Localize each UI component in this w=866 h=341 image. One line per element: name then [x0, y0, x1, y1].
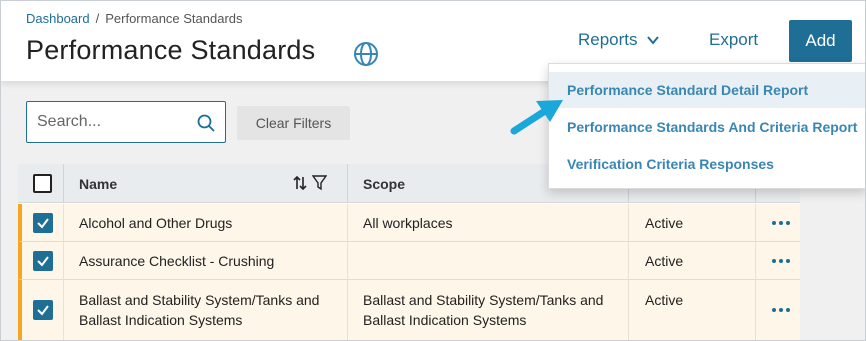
column-divider	[628, 242, 629, 280]
column-divider	[63, 164, 64, 203]
reports-label: Reports	[578, 30, 638, 49]
row-name-line: Ballast and Stability System/Tanks and	[79, 292, 320, 308]
column-header-name[interactable]: Name	[79, 176, 117, 192]
globe-icon[interactable]	[353, 41, 379, 67]
row-scope: Ballast and Stability System/Tanks and B…	[363, 290, 603, 330]
more-options-icon[interactable]	[771, 220, 791, 226]
breadcrumb-separator: /	[95, 11, 100, 26]
row-status: Active	[645, 215, 684, 231]
column-divider	[63, 280, 64, 340]
app-frame: Dashboard / Performance Standards Performa…	[0, 0, 866, 341]
column-divider	[628, 204, 629, 242]
column-header-scope[interactable]: Scope	[363, 176, 405, 192]
menu-item-verification-criteria-responses[interactable]: Verification Criteria Responses	[549, 146, 865, 182]
menu-item-performance-standards-and-criteria-report[interactable]: Performance Standards And Criteria Repor…	[549, 109, 865, 145]
search-icon[interactable]	[197, 114, 215, 132]
reports-menu-button[interactable]: Reports	[578, 30, 660, 50]
table-row[interactable]: Ballast and Stability System/Tanks and B…	[18, 280, 800, 340]
reports-dropdown-menu: Performance Standard Detail Report Perfo…	[548, 63, 865, 189]
row-checkbox[interactable]	[33, 300, 53, 320]
column-divider	[347, 204, 348, 242]
column-divider	[755, 280, 756, 340]
row-scope-line: Ballast Indication Systems	[363, 312, 527, 328]
column-divider	[63, 242, 64, 280]
column-divider	[347, 164, 348, 203]
checkmark-icon	[37, 218, 49, 229]
checkmark-icon	[37, 305, 49, 316]
row-name: Alcohol and Other Drugs	[79, 215, 233, 231]
row-checkbox[interactable]	[33, 213, 53, 233]
sort-icon[interactable]	[292, 175, 308, 191]
search-field[interactable]	[26, 101, 226, 143]
chevron-down-icon	[646, 36, 659, 45]
search-input[interactable]	[37, 112, 187, 132]
breadcrumb-dashboard-link[interactable]: Dashboard	[26, 11, 90, 26]
add-button[interactable]: Add	[789, 20, 852, 62]
column-divider	[347, 280, 348, 340]
column-divider	[628, 280, 629, 340]
column-divider	[755, 204, 756, 242]
breadcrumb-current: Performance Standards	[105, 11, 243, 26]
row-name-line: Ballast Indication Systems	[79, 312, 243, 328]
column-divider	[755, 242, 756, 280]
breadcrumb: Dashboard / Performance Standards	[26, 11, 243, 26]
row-name: Assurance Checklist - Crushing	[79, 253, 275, 269]
row-scope-line: Ballast and Stability System/Tanks and	[363, 292, 604, 308]
more-options-icon[interactable]	[771, 258, 791, 264]
checkmark-icon	[37, 256, 49, 267]
menu-item-performance-standard-detail-report[interactable]: Performance Standard Detail Report	[549, 72, 865, 108]
filter-icon[interactable]	[312, 175, 327, 191]
clear-filters-button[interactable]: Clear Filters	[237, 106, 350, 140]
pointer-arrow-icon	[510, 100, 563, 135]
row-status: Active	[645, 253, 684, 269]
table-row[interactable]: Assurance Checklist - Crushing Active	[18, 242, 800, 280]
column-divider	[347, 242, 348, 280]
row-checkbox[interactable]	[33, 251, 53, 271]
more-options-icon[interactable]	[771, 307, 791, 313]
select-all-checkbox[interactable]	[33, 174, 52, 193]
table-row[interactable]: Alcohol and Other Drugs All workplaces A…	[18, 204, 800, 242]
row-scope: All workplaces	[363, 215, 453, 231]
standards-table: Name Scope Alcohol and Other Drugs All w…	[18, 164, 800, 340]
column-divider	[63, 204, 64, 242]
row-name: Ballast and Stability System/Tanks and B…	[79, 290, 319, 330]
row-status: Active	[645, 292, 684, 308]
page-title: Performance Standards	[26, 35, 316, 65]
export-button[interactable]: Export	[709, 30, 758, 50]
